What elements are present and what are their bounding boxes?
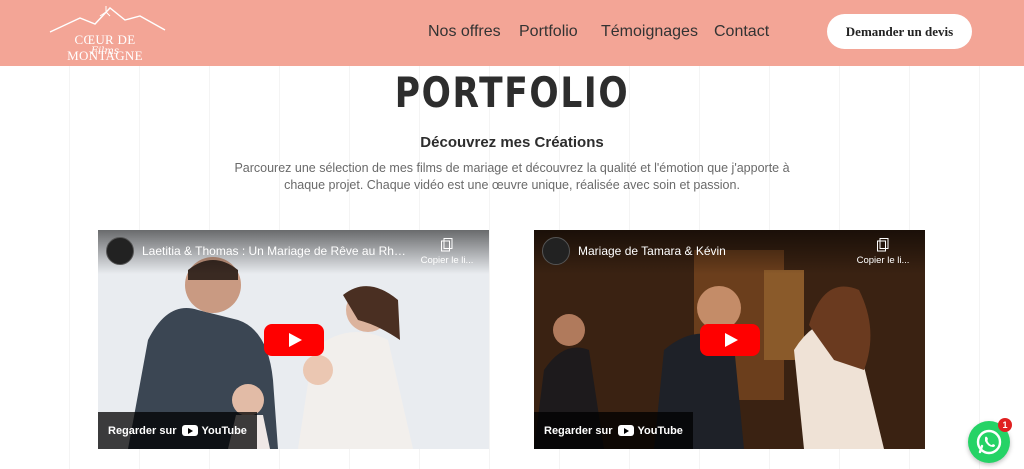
video-title[interactable]: Mariage de Tamara & Kévin	[578, 244, 848, 258]
nav-item-temoignages[interactable]: Témoignages	[601, 23, 698, 41]
nav-item-contact[interactable]: Contact	[714, 23, 769, 41]
nav-item-offres[interactable]: Nos offres	[428, 23, 501, 41]
brand-sub: Films	[91, 46, 119, 57]
notification-badge: 1	[998, 418, 1012, 432]
copy-icon	[877, 238, 889, 252]
copy-link-label: Copier le li...	[420, 255, 474, 266]
brand-logo[interactable]: CŒUR DE MONTAGNE Films	[40, 4, 170, 63]
nav-item-portfolio[interactable]: Portfolio	[519, 23, 578, 41]
video-title[interactable]: Laetitia & Thomas : Un Mariage de Rêve a…	[142, 244, 412, 258]
page-title: PORTFOLIO	[394, 68, 630, 117]
mountain-logo-icon	[49, 6, 166, 33]
copy-link-button[interactable]: Copier le li...	[853, 238, 913, 266]
section-subtitle: Découvrez mes Créations	[420, 134, 604, 151]
youtube-icon	[182, 425, 199, 436]
youtube-wordmark: YouTube	[201, 424, 247, 437]
section-description: Parcourez une sélection de mes films de …	[234, 161, 790, 192]
play-button[interactable]	[699, 323, 760, 356]
youtube-wordmark: YouTube	[637, 424, 683, 437]
site-header: CŒUR DE MONTAGNE Films Nos offres Portfo…	[0, 0, 1024, 66]
channel-avatar[interactable]	[106, 237, 134, 265]
youtube-logo: YouTube	[182, 424, 247, 437]
request-quote-button[interactable]: Demander un devis	[827, 14, 972, 49]
copy-link-label: Copier le li...	[856, 255, 910, 266]
watch-on-youtube-button[interactable]: Regarder sur YouTube	[98, 412, 257, 449]
youtube-icon	[618, 425, 635, 436]
play-button[interactable]	[263, 323, 324, 356]
copy-link-button[interactable]: Copier le li...	[417, 238, 477, 266]
copy-icon	[441, 238, 453, 252]
watch-on-youtube-button[interactable]: Regarder sur YouTube	[534, 412, 693, 449]
video-embed-1[interactable]: Laetitia & Thomas : Un Mariage de Rêve a…	[98, 230, 489, 449]
video-embed-2[interactable]: Mariage de Tamara & Kévin Copier le li..…	[534, 230, 925, 449]
watch-label: Regarder sur	[544, 424, 613, 437]
youtube-logo: YouTube	[618, 424, 683, 437]
watch-label: Regarder sur	[108, 424, 177, 437]
channel-avatar[interactable]	[542, 237, 570, 265]
